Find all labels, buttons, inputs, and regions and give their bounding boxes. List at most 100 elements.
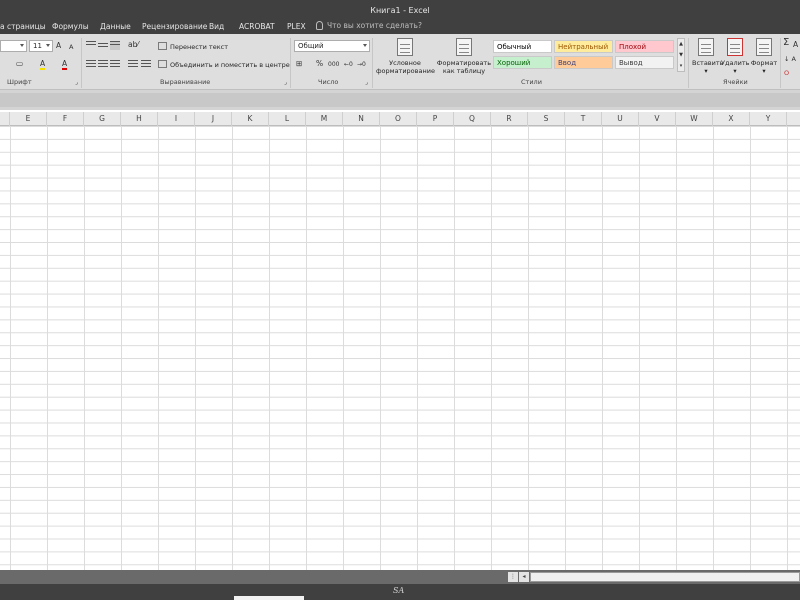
align-right-icon[interactable] [110, 60, 120, 69]
fill-color-button[interactable]: A [40, 59, 46, 70]
column-header-r[interactable]: R [491, 112, 528, 126]
scroll-left-icon[interactable]: ◂ [519, 572, 529, 582]
format-cells-label: Формат [750, 59, 778, 67]
number-format-value: Общий [298, 42, 324, 50]
increase-indent-icon[interactable] [141, 60, 151, 69]
column-header-u[interactable]: U [602, 112, 639, 126]
currency-button[interactable]: ⊞ [296, 59, 302, 69]
column-header-s[interactable]: S [528, 112, 565, 126]
format-as-table-label-2: как таблицу [442, 67, 486, 75]
decrease-decimal-button[interactable]: →0 [357, 60, 366, 70]
delete-cells-label: Удалить [721, 59, 750, 67]
font-name-combo[interactable] [0, 40, 27, 52]
tab-review[interactable]: Рецензирование [142, 22, 207, 31]
column-header-j[interactable]: J [195, 112, 232, 126]
wrap-text-button[interactable]: Перенести текст [158, 42, 228, 51]
style-good[interactable]: Хороший [493, 56, 552, 69]
column-header-v[interactable]: V [639, 112, 676, 126]
tab-data[interactable]: Данные [100, 22, 131, 31]
fill-button[interactable]: ↓ A [784, 54, 796, 64]
font-color-button[interactable]: A [62, 59, 68, 70]
insert-cells-button[interactable]: Вставить ▾ [692, 38, 723, 75]
column-header-p[interactable]: P [417, 112, 454, 126]
thousands-button[interactable]: 000 [328, 60, 339, 70]
font-group-label: Шрифт [7, 78, 32, 86]
column-header-n[interactable]: N [343, 112, 380, 126]
column-header-o[interactable]: O [380, 112, 417, 126]
column-header-f[interactable]: F [47, 112, 84, 126]
align-center-icon[interactable] [98, 60, 108, 69]
tab-page-layout[interactable]: а страницы [0, 22, 46, 31]
column-header-x[interactable]: X [713, 112, 750, 126]
column-header-y[interactable]: Y [750, 112, 787, 126]
alignment-group-label: Выравнивание [160, 78, 211, 86]
tab-formulas[interactable]: Формулы [52, 22, 89, 31]
cell-grid[interactable] [0, 126, 800, 570]
font-color-icon: A [62, 59, 68, 70]
tab-plex[interactable]: PLEX [287, 22, 306, 31]
align-middle-icon[interactable] [98, 43, 108, 52]
tab-view[interactable]: Вид [209, 22, 224, 31]
dropdown-arrow-icon [363, 44, 367, 47]
ribbon: 11 A A ▭ A A Шрифт ⌟ ab⁄ Перенести текст… [0, 34, 800, 90]
align-bottom-icon[interactable] [110, 41, 120, 50]
number-format-combo[interactable]: Общий [294, 40, 370, 52]
delete-cells-icon [727, 38, 743, 56]
align-left-icon[interactable] [86, 60, 96, 69]
style-bad[interactable]: Плохой [615, 40, 674, 53]
styles-gallery-scroll[interactable]: ▲ ▼ ▾ [677, 38, 685, 72]
percent-button[interactable]: % [316, 59, 323, 69]
number-dialog-launcher[interactable]: ⌟ [365, 78, 368, 88]
insert-cells-icon [698, 38, 714, 56]
format-as-table-icon [456, 38, 472, 56]
borders-button[interactable]: ▭ [16, 59, 23, 69]
formula-input[interactable] [0, 93, 800, 107]
clear-button[interactable]: О [784, 68, 789, 78]
column-header-partial[interactable] [787, 112, 800, 126]
column-header-k[interactable]: K [232, 112, 269, 126]
chevron-down-icon: ▾ [733, 67, 737, 75]
format-cells-button[interactable]: Формат ▾ [750, 38, 778, 75]
decrease-indent-icon[interactable] [128, 60, 138, 69]
number-group-label: Число [318, 78, 339, 86]
autosum-icon[interactable]: Σ [783, 38, 789, 48]
tell-me-box[interactable]: Что вы хотите сделать? [316, 21, 422, 30]
style-neutral[interactable]: Нейтральный [554, 40, 613, 53]
horizontal-scrollbar-area: ⋮ ◂ [0, 570, 800, 584]
font-size-combo[interactable]: 11 [29, 40, 53, 52]
font-dialog-launcher[interactable]: ⌟ [75, 78, 78, 88]
merge-center-button[interactable]: Объединить и поместить в центре [158, 60, 290, 69]
column-header-i[interactable]: I [158, 112, 195, 126]
increase-decimal-button[interactable]: ←0 [344, 60, 353, 70]
column-header-e[interactable]: E [10, 112, 47, 126]
column-header-q[interactable]: Q [454, 112, 491, 126]
horizontal-scrollbar[interactable] [530, 572, 800, 582]
style-output[interactable]: Вывод [615, 56, 674, 69]
grow-font-button[interactable]: A [56, 41, 61, 51]
column-header-t[interactable]: T [565, 112, 602, 126]
style-normal[interactable]: Обычный [493, 40, 552, 53]
column-headers: E F G H I J K L M N O P Q R S T U V W X … [0, 112, 800, 126]
wrap-text-icon [158, 42, 167, 50]
format-as-table-label-1: Форматировать [436, 59, 492, 67]
autosum-label: A [793, 40, 799, 49]
format-as-table-button[interactable]: Форматировать как таблицу [436, 38, 492, 75]
column-header-m[interactable]: M [306, 112, 343, 126]
column-header-g[interactable]: G [84, 112, 121, 126]
orientation-button[interactable]: ab⁄ [128, 40, 139, 50]
style-input[interactable]: Ввод [554, 56, 613, 69]
column-header-l[interactable]: L [269, 112, 306, 126]
column-header-partial[interactable] [0, 112, 10, 126]
more-sheets-icon[interactable]: ⋮ [508, 572, 518, 582]
sheet-tabs[interactable] [234, 596, 304, 600]
delete-cells-button[interactable]: Удалить ▾ [721, 38, 749, 75]
merge-center-label: Объединить и поместить в центре [170, 61, 290, 69]
shrink-font-button[interactable]: A [69, 42, 73, 52]
tab-acrobat[interactable]: ACROBAT [239, 22, 275, 31]
alignment-dialog-launcher[interactable]: ⌟ [284, 78, 287, 88]
column-header-h[interactable]: H [121, 112, 158, 126]
align-top-icon[interactable] [86, 41, 96, 50]
column-header-w[interactable]: W [676, 112, 713, 126]
tell-me-label: Что вы хотите сделать? [327, 21, 422, 30]
conditional-formatting-button[interactable]: Условное форматирование [376, 38, 435, 75]
